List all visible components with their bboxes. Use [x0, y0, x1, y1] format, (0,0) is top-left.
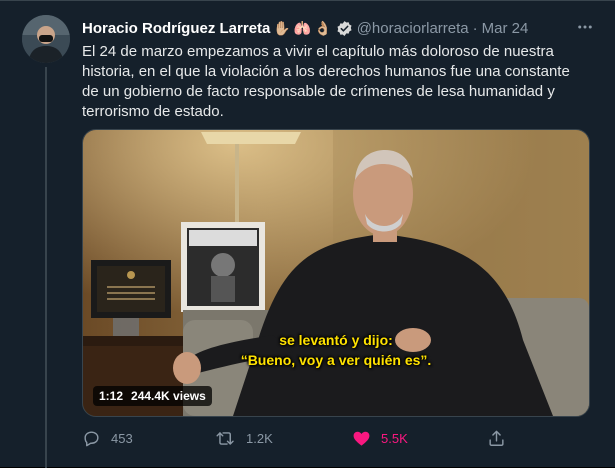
video-player[interactable]: se levantó y dijo: “Bueno, voy a ver qui… — [82, 129, 590, 417]
author-name[interactable]: Horacio Rodríguez Larreta — [82, 20, 270, 37]
tweet-card[interactable]: Horacio Rodríguez Larreta ✋🏼 🫁 👌🏼 @horac… — [0, 0, 615, 468]
share-icon — [487, 429, 506, 448]
retweet-button[interactable]: 1.2K — [215, 425, 273, 451]
reply-icon — [82, 429, 101, 448]
retweet-icon — [215, 429, 236, 448]
video-duration: 1:12 — [99, 389, 124, 403]
action-bar: 453 1.2K 5.5K — [82, 425, 512, 451]
tweet-date[interactable]: Mar 24 — [482, 20, 529, 37]
separator-dot: · — [472, 19, 478, 37]
like-button[interactable]: 5.5K — [352, 425, 408, 451]
verified-icon — [336, 20, 353, 37]
author-handle[interactable]: @horaciorlarreta — [357, 20, 469, 37]
avatar-image — [22, 15, 70, 63]
thread-line — [45, 67, 47, 468]
author-emoji-hand: ✋🏼 — [273, 19, 291, 36]
tweet-header: Horacio Rodríguez Larreta ✋🏼 🫁 👌🏼 @horac… — [82, 17, 599, 39]
like-icon — [352, 429, 371, 448]
author-emoji-lungs: 🫁 — [293, 19, 312, 36]
video-frame — [83, 130, 589, 416]
video-views: 244.4K views — [131, 389, 206, 403]
tweet-text: El 24 de marzo empezamos a vivir el capí… — [82, 43, 570, 120]
avatar[interactable] — [22, 15, 70, 63]
like-count: 5.5K — [381, 430, 408, 446]
reply-count: 453 — [111, 430, 133, 446]
author-emoji-ok: 👌🏼 — [314, 19, 332, 36]
retweet-count: 1.2K — [246, 430, 273, 446]
share-button[interactable] — [487, 425, 506, 451]
subtitle-line-1: se levantó y dijo: — [279, 332, 393, 348]
reply-button[interactable]: 453 — [82, 425, 133, 451]
video-badge: 1:12 244.4K views — [93, 386, 212, 406]
more-icon[interactable] — [573, 15, 597, 39]
subtitle-line-2: “Bueno, voy a ver quién es”. — [240, 352, 432, 368]
